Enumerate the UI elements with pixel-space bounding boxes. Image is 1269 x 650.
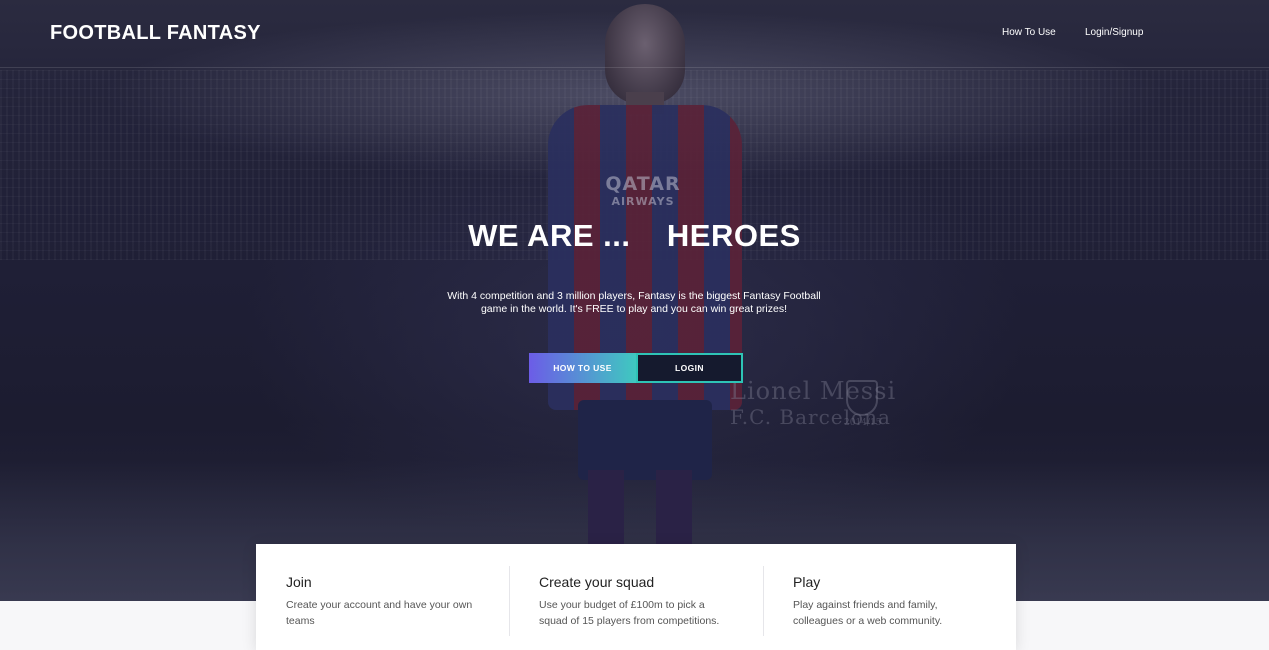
player-leg-left [588, 470, 624, 545]
feature-join: Join Create your account and have your o… [256, 544, 509, 650]
how-to-use-button[interactable]: How To Use [529, 353, 636, 383]
player-shorts [578, 400, 712, 480]
watermark-season: 2014/15 [844, 418, 882, 428]
sponsor-sub: AIRWAYS [611, 195, 675, 208]
feature-play: Play Play against friends and family, co… [763, 544, 1016, 650]
nav-how-to-use[interactable]: How To Use [1002, 27, 1056, 38]
sponsor-main: QATAR [605, 173, 681, 195]
navbar: FOOTBALL FANTASY How To Use Login/Signup [0, 0, 1269, 68]
hero-tagline: With 4 competition and 3 million players… [447, 290, 821, 315]
brand-logo[interactable]: FOOTBALL FANTASY [50, 22, 261, 45]
player-leg-right [656, 470, 692, 545]
feature-text: Play against friends and family, colleag… [793, 599, 943, 627]
player-image: QATAR AIRWAYS [530, 0, 760, 545]
feature-create-squad: Create your squad Use your budget of £10… [509, 544, 763, 650]
nav-login-signup[interactable]: Login/Signup [1085, 27, 1143, 38]
feature-title: Join [286, 574, 312, 590]
feature-text: Use your budget of £100m to pick a squad… [539, 599, 720, 627]
login-button[interactable]: Login [636, 353, 743, 383]
club-crest-icon [846, 380, 878, 416]
hero-banner: QATAR AIRWAYS Lionel Messi F.C. Barcelon… [0, 0, 1269, 601]
feature-title: Create your squad [539, 574, 655, 590]
features-card: Join Create your account and have your o… [256, 544, 1016, 650]
shirt-sponsor: QATAR AIRWAYS [598, 175, 688, 211]
feature-title: Play [793, 574, 821, 590]
hero-headline: WE ARE ... HEROES [468, 218, 801, 253]
feature-text: Create your account and have your own te… [286, 599, 473, 627]
